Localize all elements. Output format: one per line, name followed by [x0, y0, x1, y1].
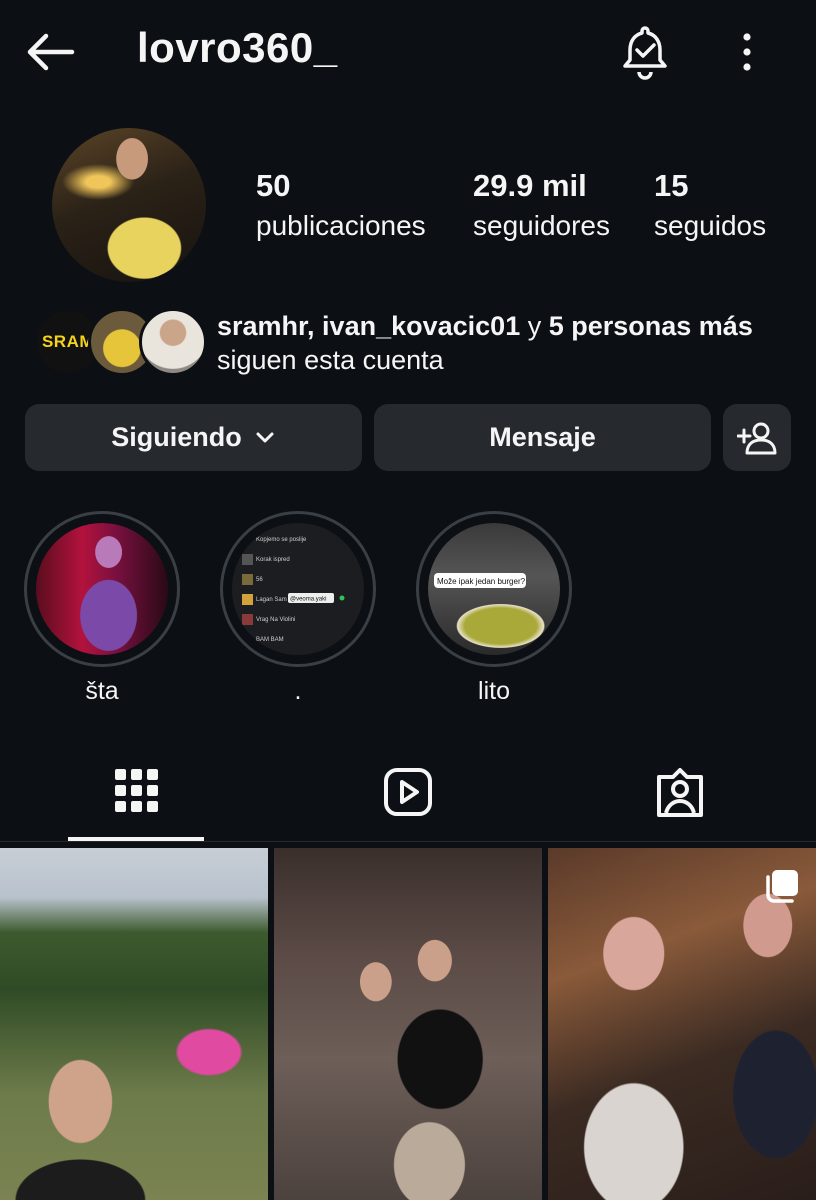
highlight-ring	[24, 511, 180, 667]
post-thumbnail-2[interactable]	[274, 848, 542, 1200]
mutual-avatar-3[interactable]	[139, 308, 207, 376]
burger-caption-text: Može ipak jedan burger?	[437, 577, 526, 586]
stat-followers-value: 29.9 mil	[473, 168, 587, 203]
stat-posts[interactable]: 50 publicaciones	[256, 168, 426, 242]
suggest-people-button[interactable]	[723, 404, 791, 471]
playlist-row: Vrag Na Violini	[256, 617, 295, 623]
following-button[interactable]: Siguiendo	[25, 404, 362, 471]
highlight-ring: Kopjemo se poslije Korak ispred 56 Lagan…	[220, 511, 376, 667]
highlight-label: .	[294, 677, 302, 705]
stat-following-value: 15	[654, 168, 689, 203]
playlist-row: Korak ispred	[256, 557, 290, 563]
notifications-button[interactable]	[618, 22, 672, 80]
more-options-button[interactable]	[728, 28, 766, 76]
tab-tagged[interactable]	[645, 757, 715, 827]
mutual-others: 5 personas más	[548, 311, 753, 341]
playlist-row: Lagan Sam	[256, 597, 287, 603]
profile-avatar[interactable]	[52, 128, 206, 282]
playlist-row: BAM BAM	[256, 637, 284, 643]
stat-posts-label: publicaciones	[256, 210, 426, 241]
highlight-lito[interactable]: Može ipak jedan burger? lito	[416, 511, 572, 706]
burger-caption: Može ipak jedan burger?	[434, 573, 526, 588]
tagged-icon	[657, 768, 703, 817]
highlight-cover: Kopjemo se poslije Korak ispred 56 Lagan…	[232, 523, 364, 655]
chevron-down-icon	[256, 432, 274, 442]
arrow-left-icon	[27, 33, 75, 71]
stat-posts-value: 50	[256, 168, 291, 203]
message-button[interactable]: Mensaje	[374, 404, 711, 471]
mutual-avatar-sram-text: SRAM	[41, 332, 95, 351]
highlight-label: lito	[478, 677, 510, 705]
highlight-ring: Može ipak jedan burger?	[416, 511, 572, 667]
playlist-preview: Kopjemo se poslije Korak ispred 56 Lagan…	[242, 537, 345, 643]
mutual-names: sramhr, ivan_kovacic01	[217, 311, 521, 341]
highlight-dot[interactable]: Kopjemo se poslije Korak ispred 56 Lagan…	[220, 511, 376, 706]
grid-icon	[115, 769, 158, 812]
tab-divider	[0, 841, 816, 842]
tab-reels[interactable]	[373, 757, 443, 827]
mutual-followers-text[interactable]: sramhr, ivan_kovacic01 y 5 personas más …	[217, 309, 753, 377]
tab-posts-grid[interactable]	[101, 757, 171, 827]
post-thumbnail-1[interactable]	[0, 848, 268, 1200]
stat-following-label: seguidos	[654, 210, 767, 241]
playlist-row: Kopjemo se poslije	[256, 537, 307, 543]
highlight-cover	[36, 523, 168, 655]
profile-username: lovro360_	[137, 24, 338, 71]
stat-followers-label: seguidores	[473, 210, 610, 241]
more-vertical-icon	[743, 33, 751, 71]
stat-following[interactable]: 15 seguidos	[654, 168, 766, 242]
message-label: Mensaje	[489, 422, 596, 452]
highlight-cover: Može ipak jedan burger?	[428, 523, 560, 655]
add-person-icon	[737, 422, 777, 454]
following-label: Siguiendo	[111, 422, 242, 452]
reels-icon	[384, 768, 432, 816]
stat-followers[interactable]: 29.9 mil seguidores	[473, 168, 610, 242]
carousel-icon	[766, 870, 798, 903]
mutual-connector: y	[520, 311, 549, 341]
highlight-label: šta	[85, 677, 119, 705]
bell-check-icon	[623, 26, 667, 80]
post-thumbnail-3[interactable]	[548, 848, 816, 1200]
playlist-mention: @veoma.yaki	[290, 597, 326, 603]
mutual-suffix: siguen esta cuenta	[217, 345, 444, 375]
back-button[interactable]	[22, 26, 78, 78]
playlist-row: 56	[256, 577, 263, 583]
highlight-sta[interactable]: šta	[24, 511, 180, 706]
